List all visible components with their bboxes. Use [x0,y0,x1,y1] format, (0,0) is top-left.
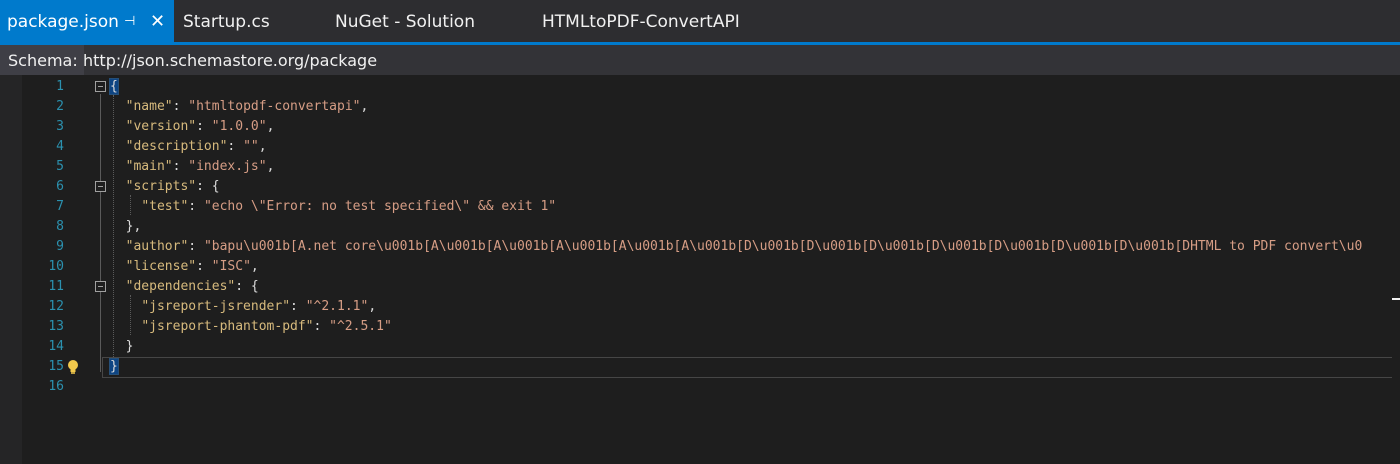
schema-label: Schema: [0,45,84,75]
schema-bar: Schema: http://json.schemastore.org/pack… [0,45,1400,75]
code-line: 11 "dependencies": { [0,277,1392,297]
code-line: 2 "name": "htmltopdf-convertapi", [0,97,1392,117]
tab-startup-cs[interactable]: Startup.cs [183,0,270,42]
json-key: "jsreport-jsrender" [141,299,291,314]
line-number: 13 [48,319,64,334]
collapse-icon[interactable] [95,81,106,92]
code-line: 8 }, [0,217,1392,237]
line-number: 4 [56,139,64,154]
json-key: "dependencies" [125,279,236,294]
line-number: 3 [56,119,64,134]
json-key: "author" [125,239,189,254]
line-number: 12 [48,299,64,314]
code-line: 7 "test": "echo \"Error: no test specifi… [0,197,1392,217]
line-number: 14 [48,339,64,354]
code-line: 16 [0,377,1392,397]
document-tab-bar: package.json ⊣ ✕ Startup.cs NuGet - Solu… [0,0,1400,45]
tab-label: HTMLtoPDF-ConvertAPI [542,12,740,32]
line-number: 16 [48,379,64,394]
code-line: 3 "version": "1.0.0", [0,117,1392,137]
close-icon[interactable]: ✕ [150,0,165,44]
code-line: 12 "jsreport-jsrender": "^2.1.1", [0,297,1392,317]
json-value: "^2.5.1" [329,319,392,334]
open-brace: { [109,78,119,95]
tab-package-json[interactable]: package.json ⊣ ✕ [0,0,174,42]
line-number: 2 [56,99,64,114]
json-value: "^2.1.1" [305,299,369,314]
json-value: "htmltopdf-convertapi" [188,99,361,114]
json-key: "license" [125,259,197,274]
schema-url-input[interactable]: http://json.schemastore.org/package [83,45,377,75]
json-value: "" [243,139,259,154]
close-brace: } [109,358,119,375]
scroll-marker [1392,298,1400,300]
code-editor[interactable]: 1 { 2 "name": "htmltopdf-convertapi", 3 … [0,75,1400,464]
line-number: 7 [56,199,64,214]
code-line: 15 } [0,357,1392,377]
json-value: "echo \"Error: no test specified\" && ex… [203,199,557,214]
json-value: "bapu\u001b[A.net core\u001b[A\u001b[A\u… [203,239,1363,254]
code-line: 10 "license": "ISC", [0,257,1392,277]
collapse-icon[interactable] [95,181,106,192]
json-key: "scripts" [125,179,197,194]
line-number: 1 [56,79,64,94]
line-number: 8 [56,219,64,234]
json-key: "test" [141,199,189,214]
code-line: 1 { [0,77,1392,97]
lightbulb-icon[interactable] [66,359,80,375]
collapse-icon[interactable] [95,281,106,292]
json-key: "name" [125,99,173,114]
tab-htmltopdf-convertapi[interactable]: HTMLtoPDF-ConvertAPI [542,0,740,42]
code-line: 6 "scripts": { [0,177,1392,197]
tab-nuget-solution[interactable]: NuGet - Solution [335,0,475,42]
pin-icon[interactable]: ⊣ [124,0,135,44]
line-number: 6 [56,179,64,194]
json-key: "version" [125,119,197,134]
code-line: 13 "jsreport-phantom-pdf": "^2.5.1" [0,317,1392,337]
line-number: 10 [48,259,64,274]
json-key: "description" [125,139,228,154]
tab-label: package.json [7,12,119,32]
line-number: 5 [56,159,64,174]
code-line: 4 "description": "", [0,137,1392,157]
json-key: "main" [125,159,173,174]
line-number: 11 [48,279,64,294]
tab-label: NuGet - Solution [335,12,475,32]
code-line: 9 "author": "bapu\u001b[A.net core\u001b… [0,237,1392,257]
line-number: 9 [56,239,64,254]
json-key: "jsreport-phantom-pdf" [141,319,314,334]
line-number: 15 [48,359,64,374]
json-value: "1.0.0" [211,119,267,134]
vertical-scrollbar[interactable] [1392,75,1400,464]
tab-label: Startup.cs [183,12,270,32]
code-line: 5 "main": "index.js", [0,157,1392,177]
json-value: "ISC" [211,259,251,274]
code-line: 14 } [0,337,1392,357]
json-value: "index.js" [188,159,267,174]
